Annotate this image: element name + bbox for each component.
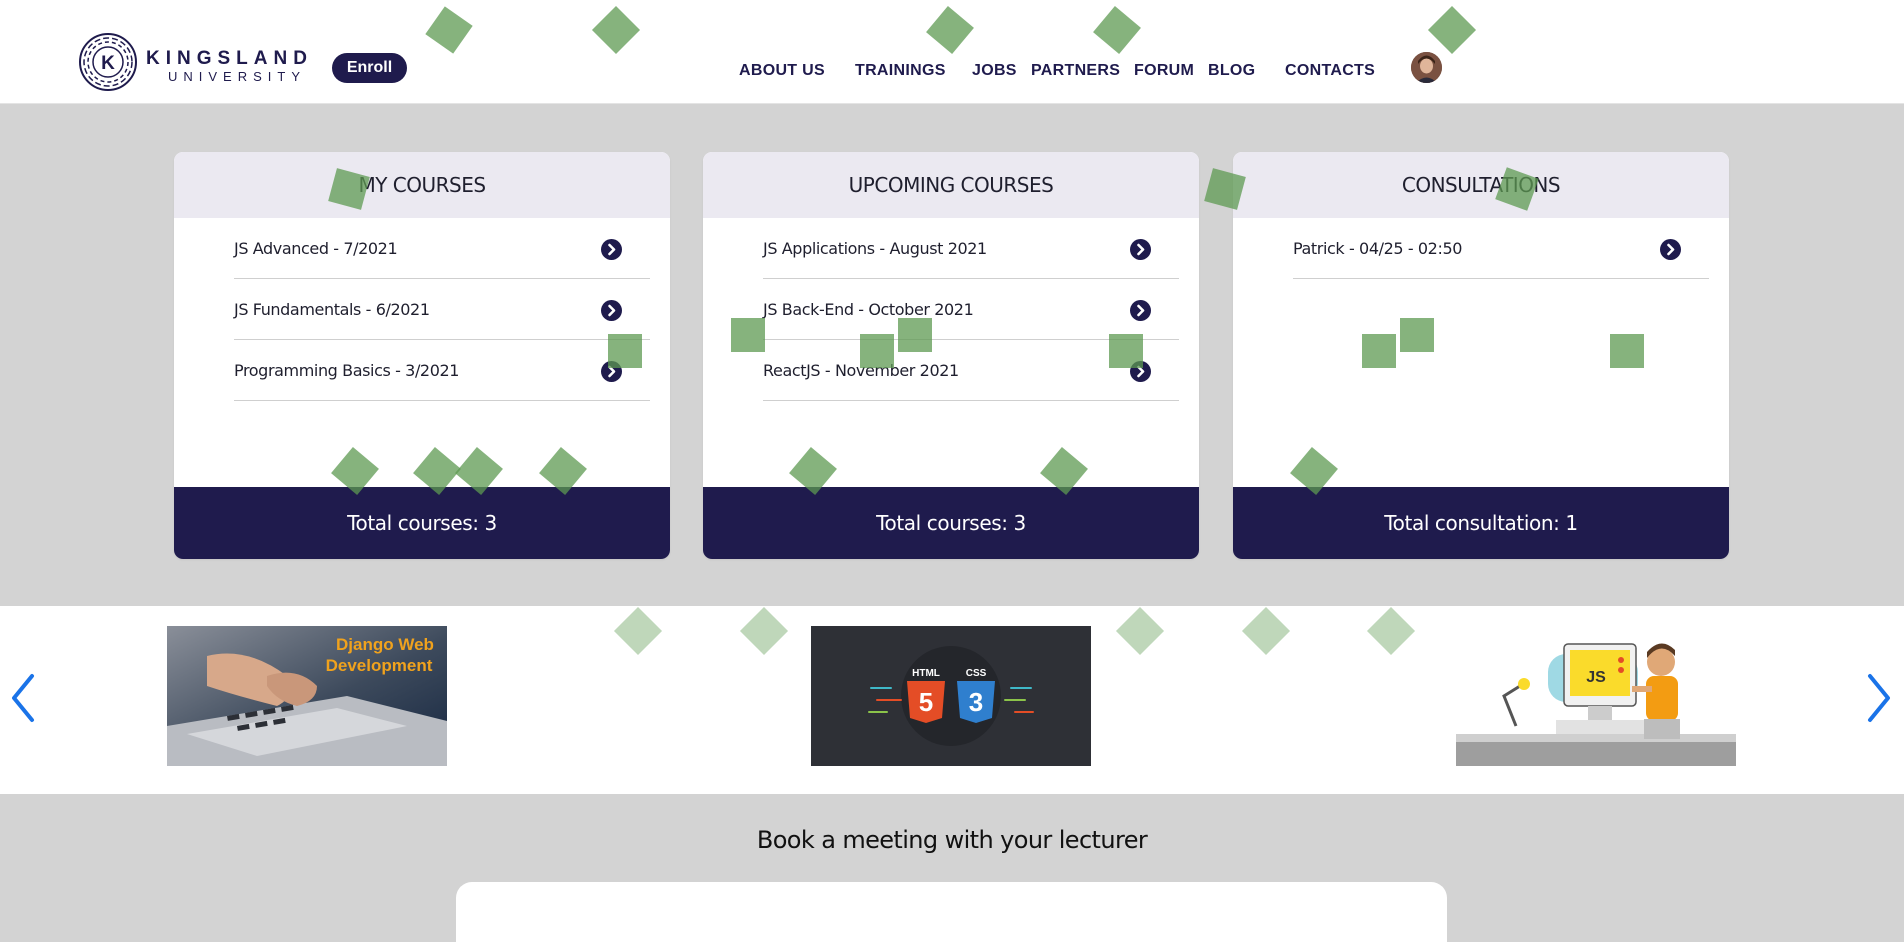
enroll-button[interactable]: Enroll — [332, 53, 407, 83]
chevron-circle-right-icon[interactable] — [1660, 239, 1681, 260]
nav-contacts[interactable]: CONTACTS — [1285, 62, 1375, 80]
css-label: CSS — [966, 668, 987, 679]
consultation-row-label: Patrick - 04/25 - 02:50 — [1293, 239, 1463, 258]
card-title: MY COURSES — [174, 152, 670, 218]
nav-jobs[interactable]: JOBS — [972, 62, 1017, 80]
logo-subtitle: UNIVERSITY — [168, 69, 307, 84]
django-course-image: Django Web Development — [167, 626, 447, 766]
card-total: Total courses: 3 — [174, 487, 670, 559]
chevron-left-icon[interactable] — [8, 672, 38, 724]
js-badge: JS — [1586, 669, 1606, 686]
course-row-label: JS Applications - August 2021 — [763, 239, 987, 258]
user-avatar[interactable] — [1411, 52, 1442, 83]
django-title-line2: Development — [326, 656, 433, 675]
nav-partners[interactable]: PARTNERS — [1031, 62, 1120, 80]
course-row[interactable]: JS Advanced - 7/2021 — [234, 218, 650, 279]
course-row[interactable]: Programming Basics - 3/2021 — [234, 340, 650, 401]
my-courses-card: MY COURSES JS Advanced - 7/2021 JS Funda… — [174, 152, 670, 559]
nav-forum[interactable]: FORUM — [1134, 62, 1194, 80]
chevron-circle-right-icon[interactable] — [601, 300, 622, 321]
confetti-piece — [1400, 318, 1434, 352]
chevron-circle-right-icon[interactable] — [601, 239, 622, 260]
course-row[interactable]: JS Applications - August 2021 — [763, 218, 1179, 279]
card-total: Total courses: 3 — [703, 487, 1199, 559]
css-number: 3 — [969, 687, 983, 717]
nav-trainings[interactable]: TRAININGS — [855, 62, 946, 80]
confetti-piece — [608, 334, 642, 368]
card-title: CONSULTATIONS — [1233, 152, 1729, 218]
course-row[interactable]: JS Back-End - October 2021 — [763, 279, 1179, 340]
chevron-right-icon[interactable] — [1864, 672, 1894, 724]
confetti-piece — [1109, 334, 1143, 368]
html-number: 5 — [919, 687, 933, 717]
confetti-piece — [898, 318, 932, 352]
card-title: UPCOMING COURSES — [703, 152, 1199, 218]
confetti-piece — [1610, 334, 1644, 368]
consultations-card: CONSULTATIONS Patrick - 04/25 - 02:50 To… — [1233, 152, 1729, 559]
course-row-label: JS Back-End - October 2021 — [763, 300, 974, 319]
course-carousel: Django Web Development HTML 5 CSS 3 JS — [0, 606, 1904, 794]
html-label: HTML — [912, 668, 940, 679]
slide-html-css[interactable]: HTML 5 CSS 3 — [811, 626, 1091, 766]
avatar-photo — [1411, 52, 1442, 83]
logo-mark-letter: K — [101, 53, 115, 74]
consultation-row[interactable]: Patrick - 04/25 - 02:50 — [1293, 218, 1709, 279]
course-row-label: Programming Basics - 3/2021 — [234, 361, 460, 380]
confetti-piece — [1362, 334, 1396, 368]
card-total: Total consultation: 1 — [1233, 487, 1729, 559]
nav-about-us[interactable]: ABOUT US — [739, 62, 825, 80]
logo-title: KINGSLAND — [146, 48, 313, 69]
slide-django[interactable]: Django Web Development — [167, 626, 447, 766]
nav-blog[interactable]: BLOG — [1208, 62, 1255, 80]
course-row[interactable]: JS Fundamentals - 6/2021 — [234, 279, 650, 340]
kingsland-logo[interactable]: K KINGSLAND UNIVERSITY — [78, 30, 318, 94]
course-row-label: JS Fundamentals - 6/2021 — [234, 300, 430, 319]
booking-panel — [456, 882, 1447, 942]
confetti-piece — [731, 318, 765, 352]
booking-title: Book a meeting with your lecturer — [756, 826, 1148, 854]
chevron-circle-right-icon[interactable] — [1130, 300, 1151, 321]
slide-javascript[interactable]: JS — [1456, 626, 1736, 766]
logo-emblem-icon: K — [79, 33, 137, 91]
course-row-label: JS Advanced - 7/2021 — [234, 239, 398, 258]
confetti-piece — [860, 334, 894, 368]
javascript-course-image: JS — [1456, 626, 1736, 766]
django-title-line1: Django Web — [336, 635, 434, 654]
html-css-course-image: HTML 5 CSS 3 — [811, 626, 1091, 766]
chevron-circle-right-icon[interactable] — [1130, 239, 1151, 260]
